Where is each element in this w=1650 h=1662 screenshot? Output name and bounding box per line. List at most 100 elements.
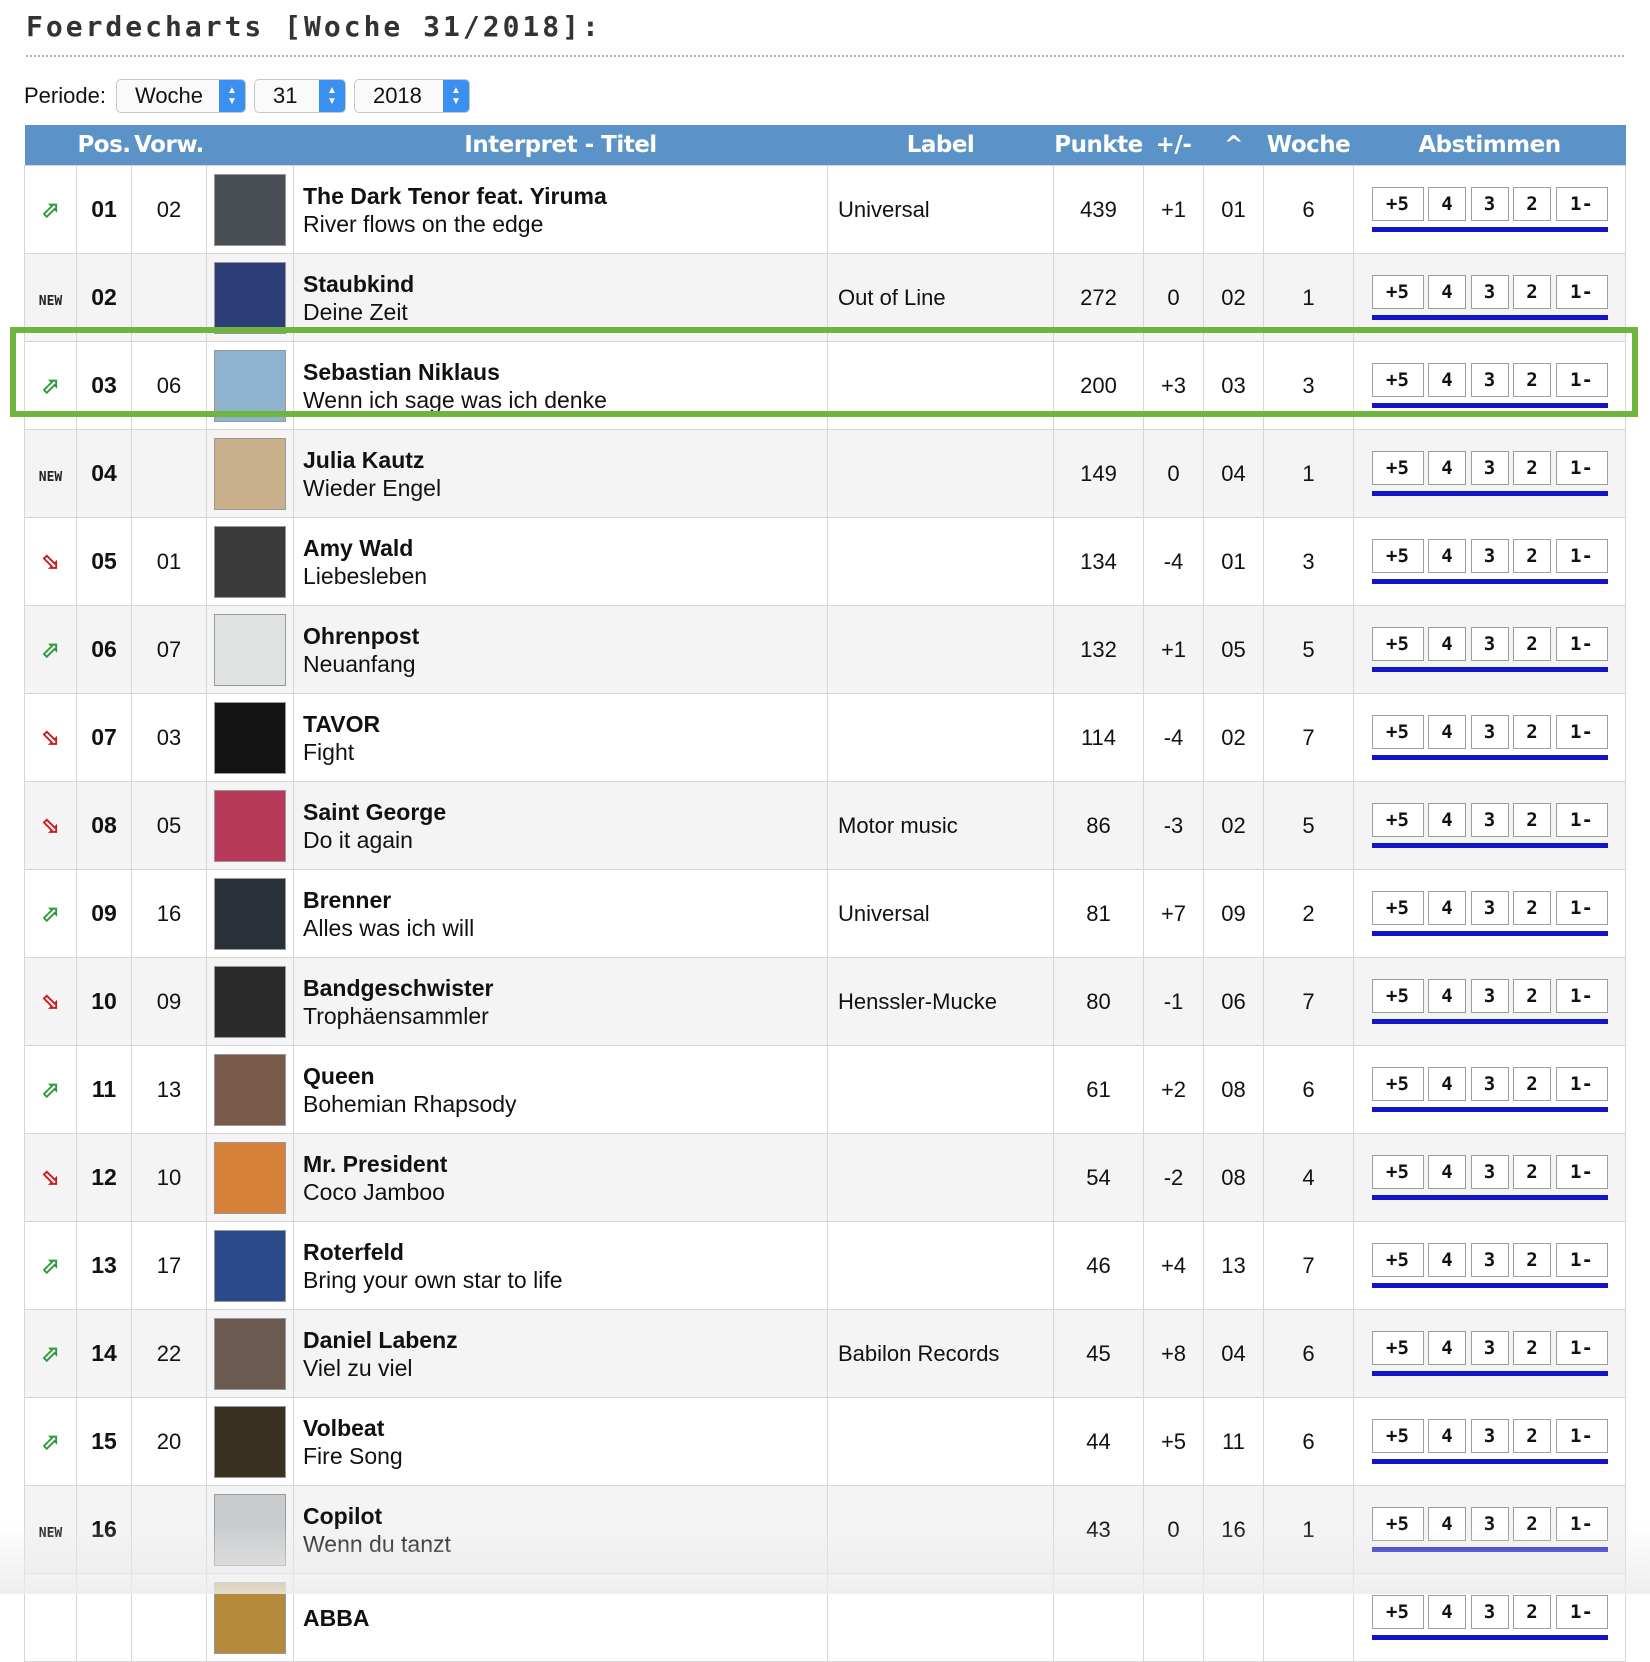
vote-button[interactable]: 2 — [1513, 451, 1551, 485]
artist-name[interactable]: Saint George — [303, 798, 827, 826]
album-cover-image[interactable] — [215, 262, 285, 333]
vote-button[interactable]: 3 — [1470, 363, 1509, 397]
vote-button[interactable]: 4 — [1428, 1507, 1466, 1541]
vote-button[interactable]: 1- — [1555, 1067, 1608, 1101]
artist-name[interactable]: Roterfeld — [303, 1238, 827, 1266]
vote-button[interactable]: 3 — [1470, 715, 1509, 749]
vote-button[interactable]: +5 — [1371, 803, 1424, 837]
vote-button[interactable]: +5 — [1371, 363, 1424, 397]
artist-name[interactable]: Staubkind — [303, 270, 827, 298]
album-cover-image[interactable] — [215, 350, 285, 421]
album-cover-image[interactable] — [215, 1494, 285, 1565]
vote-button[interactable]: +5 — [1371, 979, 1424, 1013]
artist-name[interactable]: Volbeat — [303, 1414, 827, 1442]
vote-button[interactable]: 2 — [1513, 1155, 1551, 1189]
album-cover-image[interactable] — [215, 526, 285, 597]
album-cover-image[interactable] — [215, 1582, 285, 1653]
vote-button[interactable]: 4 — [1428, 891, 1466, 925]
vote-button[interactable]: +5 — [1371, 1331, 1424, 1365]
vote-button[interactable]: +5 — [1371, 539, 1424, 573]
vote-button[interactable]: 1- — [1555, 891, 1608, 925]
vote-button[interactable]: +5 — [1371, 715, 1424, 749]
vote-button[interactable]: 2 — [1513, 891, 1551, 925]
period-type-select[interactable]: Woche ▲ ▼ — [115, 79, 246, 113]
vote-button[interactable]: 3 — [1470, 627, 1509, 661]
vote-button[interactable]: 3 — [1470, 275, 1509, 309]
vote-button[interactable]: 2 — [1513, 187, 1551, 221]
vote-button[interactable]: 4 — [1428, 187, 1466, 221]
period-week-select[interactable]: 31 ▲ ▼ — [253, 79, 346, 113]
vote-button[interactable]: +5 — [1371, 627, 1424, 661]
vote-button[interactable]: 3 — [1470, 1419, 1509, 1453]
artist-name[interactable]: Copilot — [303, 1502, 827, 1530]
vote-button[interactable]: 2 — [1513, 1419, 1551, 1453]
vote-button[interactable]: 4 — [1428, 803, 1466, 837]
artist-name[interactable]: ABBA — [303, 1604, 827, 1632]
vote-button[interactable]: 3 — [1470, 803, 1509, 837]
vote-button[interactable]: 1- — [1555, 627, 1608, 661]
vote-button[interactable]: 2 — [1513, 363, 1551, 397]
album-cover-image[interactable] — [215, 702, 285, 773]
vote-button[interactable]: 3 — [1470, 1243, 1509, 1277]
artist-name[interactable]: Queen — [303, 1062, 827, 1090]
vote-button[interactable]: +5 — [1371, 187, 1424, 221]
artist-name[interactable]: Sebastian Niklaus — [303, 358, 827, 386]
artist-name[interactable]: Daniel Labenz — [303, 1326, 827, 1354]
vote-button[interactable]: 1- — [1555, 1507, 1608, 1541]
vote-button[interactable]: 3 — [1470, 539, 1509, 573]
vote-button[interactable]: 4 — [1428, 715, 1466, 749]
album-cover-image[interactable] — [215, 1142, 285, 1213]
album-cover-image[interactable] — [215, 878, 285, 949]
vote-button[interactable]: 2 — [1513, 1331, 1551, 1365]
vote-button[interactable]: 2 — [1513, 715, 1551, 749]
vote-button[interactable]: 3 — [1470, 891, 1509, 925]
vote-button[interactable]: 4 — [1428, 979, 1466, 1013]
vote-button[interactable]: 1- — [1555, 539, 1608, 573]
vote-button[interactable]: 1- — [1555, 275, 1608, 309]
album-cover-image[interactable] — [215, 790, 285, 861]
vote-button[interactable]: +5 — [1371, 1155, 1424, 1189]
artist-name[interactable]: Brenner — [303, 886, 827, 914]
vote-button[interactable]: 4 — [1428, 1595, 1466, 1629]
vote-button[interactable]: 2 — [1513, 1067, 1551, 1101]
album-cover-image[interactable] — [215, 1230, 285, 1301]
album-cover-image[interactable] — [215, 1406, 285, 1477]
vote-button[interactable]: 3 — [1470, 187, 1509, 221]
vote-button[interactable]: 2 — [1513, 275, 1551, 309]
vote-button[interactable]: 4 — [1428, 539, 1466, 573]
vote-button[interactable]: 4 — [1428, 363, 1466, 397]
vote-button[interactable]: 1- — [1555, 1243, 1608, 1277]
vote-button[interactable]: 4 — [1428, 1419, 1466, 1453]
vote-button[interactable]: 3 — [1470, 1595, 1509, 1629]
vote-button[interactable]: 3 — [1470, 979, 1509, 1013]
vote-button[interactable]: 3 — [1470, 451, 1509, 485]
album-cover-image[interactable] — [215, 614, 285, 685]
vote-button[interactable]: +5 — [1371, 451, 1424, 485]
vote-button[interactable]: 4 — [1428, 275, 1466, 309]
vote-button[interactable]: 2 — [1513, 1243, 1551, 1277]
vote-button[interactable]: 3 — [1470, 1155, 1509, 1189]
artist-name[interactable]: Ohrenpost — [303, 622, 827, 650]
artist-name[interactable]: Bandgeschwister — [303, 974, 827, 1002]
period-year-select[interactable]: 2018 ▲ ▼ — [353, 79, 470, 113]
artist-name[interactable]: Mr. President — [303, 1150, 827, 1178]
vote-button[interactable]: +5 — [1371, 1595, 1424, 1629]
vote-button[interactable]: +5 — [1371, 1067, 1424, 1101]
vote-button[interactable]: 1- — [1555, 803, 1608, 837]
album-cover-image[interactable] — [215, 438, 285, 509]
vote-button[interactable]: 3 — [1470, 1331, 1509, 1365]
vote-button[interactable]: 1- — [1555, 363, 1608, 397]
album-cover-image[interactable] — [215, 174, 285, 245]
vote-button[interactable]: 4 — [1428, 627, 1466, 661]
vote-button[interactable]: 1- — [1555, 979, 1608, 1013]
artist-name[interactable]: TAVOR — [303, 710, 827, 738]
album-cover-image[interactable] — [215, 966, 285, 1037]
artist-name[interactable]: The Dark Tenor feat. Yiruma — [303, 182, 827, 210]
artist-name[interactable]: Amy Wald — [303, 534, 827, 562]
vote-button[interactable]: 3 — [1470, 1507, 1509, 1541]
vote-button[interactable]: 2 — [1513, 979, 1551, 1013]
album-cover-image[interactable] — [215, 1318, 285, 1389]
vote-button[interactable]: 4 — [1428, 1243, 1466, 1277]
vote-button[interactable]: +5 — [1371, 1507, 1424, 1541]
vote-button[interactable]: +5 — [1371, 1419, 1424, 1453]
